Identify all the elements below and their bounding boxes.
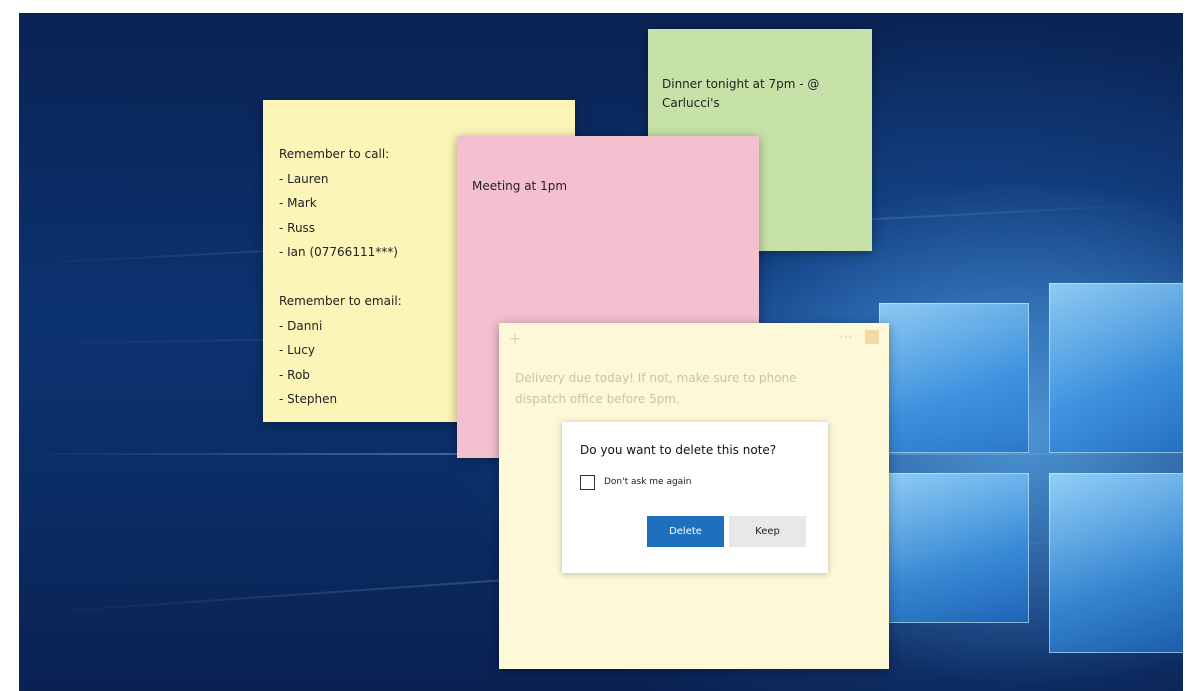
note-line: Remember to email: — [279, 294, 402, 308]
note-line — [279, 265, 402, 290]
note-line: - Ian (07766111***) — [279, 245, 398, 259]
note-line: - Stephen — [279, 392, 338, 406]
dialog-question: Do you want to delete this note? — [580, 443, 777, 457]
note-line: - Russ — [279, 220, 316, 235]
windows-logo-pane — [1049, 473, 1183, 653]
note-line: - Mark — [279, 196, 317, 210]
windows-logo — [879, 273, 1183, 691]
note-line: - Danni — [279, 318, 323, 333]
note-line: Remember to call: — [279, 147, 390, 161]
menu-icon[interactable]: ⋯ — [839, 329, 853, 345]
windows-logo-pane — [879, 473, 1029, 623]
dont-ask-again-checkbox[interactable] — [580, 475, 595, 490]
delete-button[interactable]: Delete — [647, 516, 724, 547]
note-line: - Lauren — [279, 171, 329, 186]
add-icon[interactable]: + — [509, 331, 521, 347]
note-text[interactable]: Meeting at 1pm — [472, 179, 567, 193]
keep-button[interactable]: Keep — [729, 516, 806, 547]
note-titlebar[interactable]: + ⋯ — [499, 323, 889, 353]
screenshot-frame: Dinner tonight at 7pm - @ Carlucci's Rem… — [0, 0, 1187, 691]
dont-ask-again-label[interactable]: Don't ask me again — [604, 477, 691, 487]
note-line: - Lucy — [279, 343, 315, 357]
close-icon[interactable] — [865, 330, 879, 344]
note-text[interactable]: Remember to call: - Lauren - Mark - Russ… — [279, 142, 402, 412]
windows-logo-pane — [1049, 283, 1183, 453]
note-text[interactable]: Dinner tonight at 7pm - @ Carlucci's — [662, 75, 852, 113]
windows-logo-pane — [879, 303, 1029, 453]
delete-note-dialog: Do you want to delete this note? Don't a… — [562, 422, 828, 573]
note-text[interactable]: Delivery due today! If not, make sure to… — [515, 368, 835, 410]
note-line: - Rob — [279, 367, 310, 382]
